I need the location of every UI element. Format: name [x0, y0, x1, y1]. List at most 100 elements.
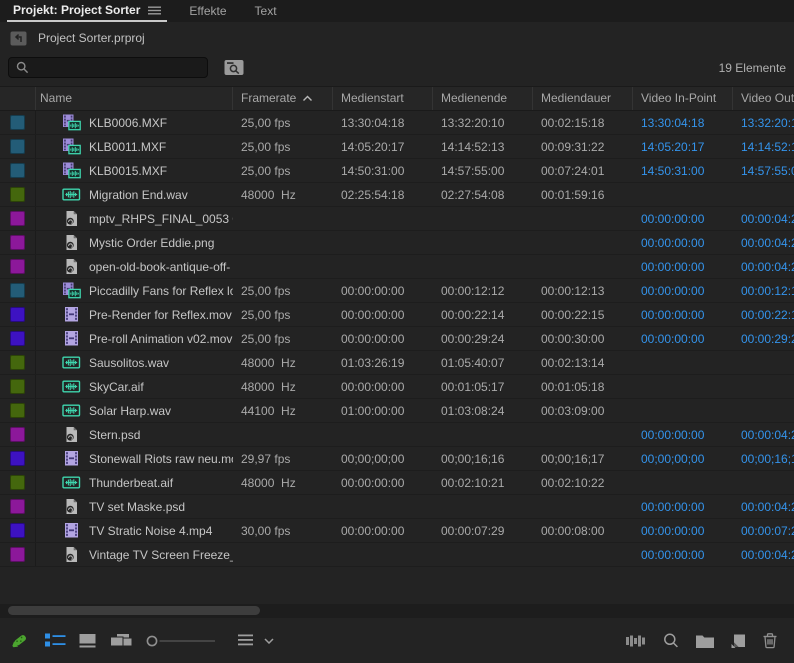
video-in-value: [633, 183, 733, 206]
label-color-chip[interactable]: [10, 115, 25, 130]
label-color-chip[interactable]: [10, 499, 25, 514]
table-row[interactable]: Sausolitos.wav 48000 Hz 01:03:26:19 01:0…: [0, 351, 794, 375]
video-in-value: 00:00:00:00: [633, 519, 733, 542]
video-out-value: [733, 471, 794, 494]
label-color-chip[interactable]: [10, 211, 25, 226]
sort-options-button[interactable]: [237, 634, 255, 647]
search-input[interactable]: [35, 60, 207, 76]
video-out-value: 00:00:04:24: [733, 543, 794, 566]
panel-menu-icon[interactable]: [148, 6, 161, 15]
table-row[interactable]: Thunderbeat.aif 48000 Hz 00:00:00:00 00:…: [0, 471, 794, 495]
label-color-chip[interactable]: [10, 307, 25, 322]
table-row[interactable]: KLB0006.MXF 25,00 fps 13:30:04:18 13:32:…: [0, 111, 794, 135]
find-button[interactable]: [662, 632, 680, 650]
clip-name: Mystic Order Eddie.png: [89, 236, 214, 250]
video-out-value: 00:00:04:24: [733, 231, 794, 254]
label-color-chip[interactable]: [10, 451, 25, 466]
automate-to-sequence-button[interactable]: [625, 634, 647, 648]
video-in-value: [633, 471, 733, 494]
media-start-value: [333, 207, 433, 230]
create-search-bin-button[interactable]: [224, 59, 244, 76]
label-color-chip[interactable]: [10, 283, 25, 298]
clip-name: KLB0006.MXF: [89, 116, 167, 130]
video-out-value: 14:57:55:00: [733, 159, 794, 182]
freeform-view-button[interactable]: [110, 633, 133, 649]
table-row[interactable]: Stonewall Riots raw neu.mo 29,97 fps 00;…: [0, 447, 794, 471]
column-framerate[interactable]: Framerate: [233, 87, 333, 110]
column-mediendauer[interactable]: Mediendauer: [533, 87, 633, 110]
horizontal-scrollbar[interactable]: [0, 604, 794, 618]
tab-projekt[interactable]: Projekt: Project Sorter: [7, 0, 167, 22]
navigate-up-bin-icon[interactable]: [10, 31, 27, 46]
tab-text[interactable]: Text: [249, 0, 283, 22]
video-clip-icon: [62, 450, 81, 467]
icon-view-button[interactable]: [79, 633, 96, 648]
video-out-value: [733, 375, 794, 398]
table-row[interactable]: TV set Maske.psd 00:00:00:00 00:00:04:24: [0, 495, 794, 519]
column-medienstart[interactable]: Medienstart: [333, 87, 433, 110]
table-row[interactable]: KLB0011.MXF 25,00 fps 14:05:20:17 14:14:…: [0, 135, 794, 159]
media-start-value: 02:25:54:18: [333, 183, 433, 206]
label-color-chip[interactable]: [10, 235, 25, 250]
table-row[interactable]: mptv_RHPS_FINAL_0053 0 00:00:00:00 00:00…: [0, 207, 794, 231]
breadcrumb: Project Sorter.prproj: [0, 25, 794, 51]
table-row[interactable]: Pre-Render for Reflex.mov 25,00 fps 00:0…: [0, 303, 794, 327]
media-start-value: 00;00;00;00: [333, 447, 433, 470]
column-name[interactable]: Name: [36, 87, 233, 110]
search-box[interactable]: [8, 57, 208, 78]
table-row[interactable]: Stern.psd 00:00:00:00 00:00:04:24: [0, 423, 794, 447]
label-color-chip[interactable]: [10, 379, 25, 394]
zoom-slider[interactable]: [145, 634, 221, 648]
label-color-chip[interactable]: [10, 427, 25, 442]
column-medienende[interactable]: Medienende: [433, 87, 533, 110]
table-row[interactable]: Solar Harp.wav 44100 Hz 01:00:00:00 01:0…: [0, 399, 794, 423]
label-color-chip[interactable]: [10, 187, 25, 202]
framerate-value: 48000 Hz: [233, 471, 333, 494]
video-in-value: 00:00:00:00: [633, 303, 733, 326]
table-row[interactable]: Piccadilly Fans for Reflex lon 25,00 fps…: [0, 279, 794, 303]
media-duration-value: 00:09:31:22: [533, 135, 633, 158]
label-color-chip[interactable]: [10, 331, 25, 346]
table-row[interactable]: open-old-book-antique-off- 00:00:00:00 0…: [0, 255, 794, 279]
video-out-value: [733, 183, 794, 206]
audio-clip-icon: [62, 378, 81, 395]
label-color-chip[interactable]: [10, 523, 25, 538]
media-duration-value: 00:03:09:00: [533, 399, 633, 422]
media-start-value: 01:03:26:19: [333, 351, 433, 374]
label-color-chip[interactable]: [10, 259, 25, 274]
still-image-icon: [62, 210, 81, 227]
new-bin-button[interactable]: [695, 633, 715, 649]
label-color-chip[interactable]: [10, 547, 25, 562]
table-row[interactable]: KLB0015.MXF 25,00 fps 14:50:31:00 14:57:…: [0, 159, 794, 183]
table-row[interactable]: Migration End.wav 48000 Hz 02:25:54:18 0…: [0, 183, 794, 207]
list-view-button[interactable]: [45, 633, 66, 648]
table-row[interactable]: Pre-roll Animation v02.mov 25,00 fps 00:…: [0, 327, 794, 351]
new-item-button[interactable]: [730, 633, 747, 649]
media-end-value: 00:00:07:29: [433, 519, 533, 542]
scrollbar-thumb[interactable]: [8, 606, 260, 615]
video-audio-clip-icon: [62, 114, 81, 131]
media-end-value: 13:32:20:10: [433, 111, 533, 134]
table-row[interactable]: TV Stratic Noise 4.mp4 30,00 fps 00:00:0…: [0, 519, 794, 543]
framerate-value: 48000 Hz: [233, 183, 333, 206]
clip-name: Migration End.wav: [89, 188, 188, 202]
table-row[interactable]: Mystic Order Eddie.png 00:00:00:00 00:00…: [0, 231, 794, 255]
label-color-chip[interactable]: [10, 163, 25, 178]
table-row[interactable]: SkyCar.aif 48000 Hz 00:00:00:00 00:01:05…: [0, 375, 794, 399]
video-out-value: 00;00;16;16: [733, 447, 794, 470]
label-color-chip[interactable]: [10, 355, 25, 370]
tab-effekte[interactable]: Effekte: [183, 0, 232, 22]
table-row[interactable]: Vintage TV Screen Freeze_9 00:00:00:00 0…: [0, 543, 794, 567]
label-color-chip[interactable]: [10, 139, 25, 154]
clip-name: KLB0015.MXF: [89, 164, 167, 178]
clip-name: Stern.psd: [89, 428, 140, 442]
label-color-chip[interactable]: [10, 403, 25, 418]
column-video-out-point[interactable]: Video Out-Point: [733, 87, 794, 110]
column-label-color[interactable]: [0, 87, 36, 110]
sort-options-chevron-down-icon[interactable]: [264, 638, 274, 644]
column-video-in-point[interactable]: Video In-Point: [633, 87, 733, 110]
media-start-value: 01:00:00:00: [333, 399, 433, 422]
delete-button[interactable]: [762, 632, 778, 649]
label-color-chip[interactable]: [10, 475, 25, 490]
media-start-value: [333, 543, 433, 566]
